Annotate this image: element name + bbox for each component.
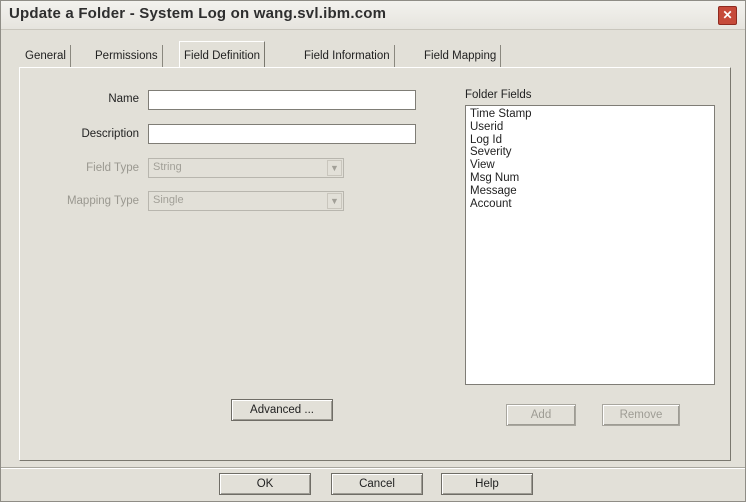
list-item[interactable]: Account [470,198,710,211]
list-item[interactable]: Time Stamp [470,108,710,121]
tab-field-mapping[interactable]: Field Mapping [420,45,502,67]
window-title: Update a Folder - System Log on wang.svl… [9,5,387,22]
name-label: Name [108,93,139,105]
tab-general[interactable]: General [21,45,71,67]
close-icon[interactable]: ✕ [718,6,737,25]
cancel-button[interactable]: Cancel [331,473,423,495]
list-item[interactable]: Msg Num [470,172,710,185]
description-label: Description [81,128,139,140]
tab-field-definition[interactable]: Field Definition [179,41,266,68]
add-button[interactable]: Add [506,404,576,426]
list-item[interactable]: Log Id [470,134,710,147]
tab-permissions[interactable]: Permissions [91,45,163,67]
folder-fields-list[interactable]: Time Stamp Userid Log Id Severity View M… [465,105,715,385]
tab-field-information[interactable]: Field Information [300,45,395,67]
folder-fields-label: Folder Fields [465,89,532,101]
mapping-type-label: Mapping Type [66,195,139,207]
help-button[interactable]: Help [441,473,533,495]
name-input[interactable] [148,90,416,110]
title-bar[interactable]: Update a Folder - System Log on wang.svl… [1,1,745,30]
dialog-window: Update a Folder - System Log on wang.svl… [0,0,746,502]
ok-button[interactable]: OK [219,473,311,495]
field-type-select[interactable]: String ▼ [148,158,344,178]
chevron-down-icon: ▼ [327,160,342,176]
remove-button[interactable]: Remove [602,404,680,426]
mapping-type-value: Single [153,194,184,206]
mapping-type-select[interactable]: Single ▼ [148,191,344,211]
list-item[interactable]: Severity [470,146,710,159]
list-item[interactable]: Userid [470,121,710,134]
advanced-button[interactable]: Advanced ... [231,399,333,421]
list-item[interactable]: Message [470,185,710,198]
footer-divider [1,467,745,469]
description-input[interactable] [148,124,416,144]
chevron-down-icon: ▼ [327,193,342,209]
field-type-value: String [153,161,182,173]
list-item[interactable]: View [470,159,710,172]
field-type-label: Field Type [86,162,139,174]
